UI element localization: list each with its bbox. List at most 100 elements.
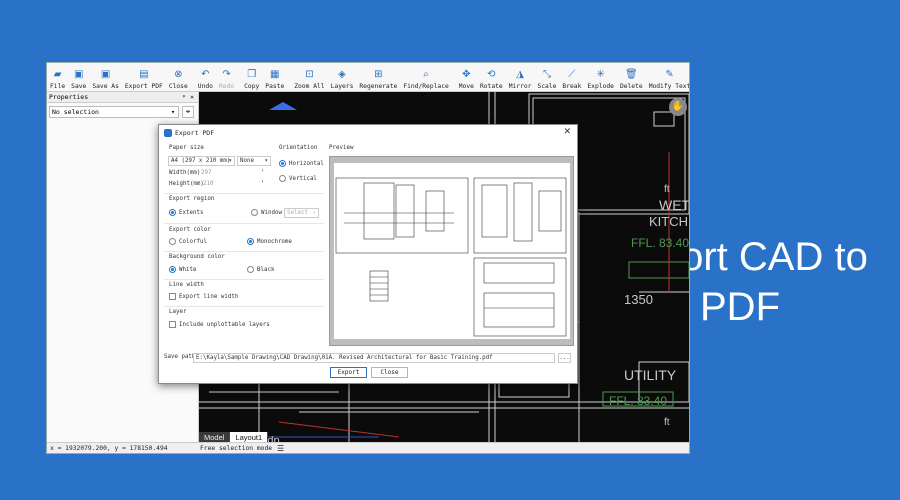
toolbar-close-button[interactable]: ⊗ Close bbox=[166, 69, 191, 91]
toolbar-undo-button[interactable]: ↶ Undo bbox=[195, 69, 216, 91]
toolbar-copy-button[interactable]: ❐ Copy bbox=[241, 69, 262, 91]
color-monochrome-radio[interactable]: Monochrome bbox=[247, 238, 292, 245]
orientation-horizontal-label: Horizontal bbox=[289, 161, 324, 167]
radio-selected-icon bbox=[247, 238, 254, 245]
close-button[interactable]: Close bbox=[371, 367, 408, 378]
bg-white-radio[interactable]: White bbox=[169, 266, 196, 273]
radio-icon bbox=[279, 175, 286, 182]
margin-select[interactable]: None ▾ bbox=[237, 156, 271, 166]
preview-heading: Preview bbox=[329, 145, 354, 151]
include-unplottable-checkbox[interactable]: Include unplottable layers bbox=[169, 321, 270, 328]
orientation-vertical-label: Vertical bbox=[289, 176, 317, 182]
toolbar-modify-text-button[interactable]: ✎ Modify Text bbox=[646, 69, 689, 91]
properties-title: Properties bbox=[49, 93, 89, 101]
cad-label: KITCHEN bbox=[649, 214, 689, 229]
toolbar-break-button[interactable]: ⟋ Break bbox=[559, 69, 584, 91]
toolbar-file-button[interactable]: ▰ File bbox=[47, 69, 68, 91]
save-icon: ▣ bbox=[74, 69, 84, 80]
orientation-horizontal-radio[interactable]: Horizontal bbox=[279, 160, 324, 167]
radio-selected-icon bbox=[169, 209, 176, 216]
close-icon[interactable]: ✕ bbox=[563, 127, 571, 137]
width-stepper-icon[interactable]: ⬍ bbox=[261, 168, 264, 174]
divider bbox=[164, 251, 324, 252]
toolbar-export-pdf-button[interactable]: ▤ Export PDF bbox=[122, 69, 166, 91]
include-unplottable-label: Include unplottable layers bbox=[179, 322, 270, 328]
toolbar-explode-button[interactable]: ✳ Explode bbox=[584, 69, 617, 91]
cad-label: 1350 bbox=[624, 292, 653, 307]
toolbar-button-label: Save As bbox=[92, 83, 119, 90]
toolbar-button-label: Find/Replace bbox=[403, 83, 449, 90]
quick-select-icon[interactable]: ⌖ bbox=[182, 106, 194, 118]
panel-pin-icon[interactable]: ᵖ × bbox=[182, 92, 194, 102]
cad-label: ft bbox=[664, 417, 670, 428]
region-window-radio[interactable]: Window bbox=[251, 209, 282, 216]
toolbar-zoom-all-button[interactable]: ⊡ Zoom All bbox=[291, 69, 327, 91]
divider bbox=[164, 193, 324, 194]
height-stepper-icon[interactable]: ⬍ bbox=[261, 179, 264, 185]
toolbar-button-label: Redo bbox=[218, 83, 235, 90]
pan-hand-icon[interactable]: ✋ bbox=[669, 98, 687, 116]
cad-label: FFL. 83.40 bbox=[631, 236, 690, 250]
browse-button[interactable]: ... bbox=[558, 353, 571, 363]
cursor-coordinates: x = 1932079.200, y = 178150.494 bbox=[50, 445, 168, 452]
export-line-width-checkbox[interactable]: Export line width bbox=[169, 293, 238, 300]
toolbar-find-replace-button[interactable]: ⌕ Find/Replace bbox=[400, 69, 452, 91]
toolbar-button-label: Close bbox=[168, 83, 188, 90]
toolbar-scale-button[interactable]: ⤡ Scale bbox=[534, 69, 559, 91]
status-menu-icon[interactable]: ☰ bbox=[277, 443, 284, 453]
radio-icon bbox=[251, 209, 258, 216]
save-path-field[interactable]: E:\Kayla\Sample Drawing\CAD Drawing\01A.… bbox=[193, 353, 555, 363]
color-colorful-label: Colorful bbox=[179, 239, 207, 245]
zoom-all-icon: ⊡ bbox=[305, 69, 314, 80]
toolbar-button-label: Export PDF bbox=[124, 83, 163, 90]
toolbar-button-label: Paste bbox=[265, 83, 285, 90]
height-field[interactable]: 210 bbox=[203, 181, 213, 187]
export-region-heading: Export region bbox=[169, 196, 215, 202]
orientation-vertical-radio[interactable]: Vertical bbox=[279, 175, 317, 182]
ucs-arrow-icon bbox=[269, 102, 297, 110]
selection-value: No selection bbox=[52, 108, 99, 116]
dialog-title: Export PDF bbox=[175, 128, 215, 137]
cad-label: ft bbox=[664, 184, 670, 195]
bg-black-radio[interactable]: Black bbox=[247, 266, 274, 273]
cad-label: WET bbox=[659, 197, 690, 213]
toolbar-button-label: Regenerate bbox=[359, 83, 398, 90]
color-monochrome-label: Monochrome bbox=[257, 239, 292, 245]
toolbar-save-as-button[interactable]: ▣ Save As bbox=[89, 69, 122, 91]
radio-selected-icon bbox=[279, 160, 286, 167]
layer-heading: Layer bbox=[169, 309, 187, 315]
color-colorful-radio[interactable]: Colorful bbox=[169, 238, 207, 245]
region-extents-radio[interactable]: Extents bbox=[169, 209, 203, 216]
width-field[interactable]: 297 bbox=[201, 170, 211, 176]
checkbox-icon bbox=[169, 293, 176, 300]
paper-size-select[interactable]: A4 (297 x 210 mm) ▾ bbox=[168, 156, 235, 166]
divider bbox=[164, 223, 324, 224]
toolbar-rotate-button[interactable]: ⟲ Rotate bbox=[477, 69, 506, 91]
scale-icon: ⤡ bbox=[542, 69, 551, 80]
selection-dropdown[interactable]: No selection ▾ bbox=[49, 106, 179, 118]
toolbar-delete-button[interactable]: 🗑 Delete bbox=[617, 69, 646, 91]
divider bbox=[164, 279, 324, 280]
toolbar-button-label: Scale bbox=[537, 83, 557, 90]
toolbar-button-label: Mirror bbox=[508, 83, 532, 90]
chevron-down-icon: ▾ bbox=[228, 158, 233, 164]
dialog-titlebar: Export PDF bbox=[159, 125, 577, 140]
save-path-label: Save path bbox=[164, 354, 196, 360]
toolbar-redo-button[interactable]: ↷ Redo bbox=[216, 69, 237, 91]
toolbar-layers-button[interactable]: ◈ Layers bbox=[328, 69, 357, 91]
select-region-button[interactable]: Select › bbox=[284, 208, 319, 218]
main-toolbar: ▰ File ▣ Save ▣ Save As ▤ Export PDF ⊗ Close ↶ Undo… bbox=[47, 63, 689, 92]
toolbar-button-label: Copy bbox=[244, 83, 260, 90]
toolbar-move-button[interactable]: ✥ Move bbox=[456, 69, 477, 91]
export-button[interactable]: Export bbox=[330, 367, 367, 378]
preview-drawing bbox=[335, 177, 567, 337]
bg-white-label: White bbox=[179, 267, 197, 273]
toolbar-paste-button[interactable]: ▦ Paste bbox=[262, 69, 287, 91]
toolbar-save-button[interactable]: ▣ Save bbox=[68, 69, 89, 91]
pdf-preview bbox=[329, 156, 574, 346]
redo-icon: ↷ bbox=[222, 69, 231, 80]
toolbar-regenerate-button[interactable]: ⊞ Regenerate bbox=[356, 69, 400, 91]
select-region-label: Select bbox=[287, 210, 308, 216]
toolbar-button-label: Rotate bbox=[479, 83, 503, 90]
toolbar-mirror-button[interactable]: ◮ Mirror bbox=[506, 69, 535, 91]
